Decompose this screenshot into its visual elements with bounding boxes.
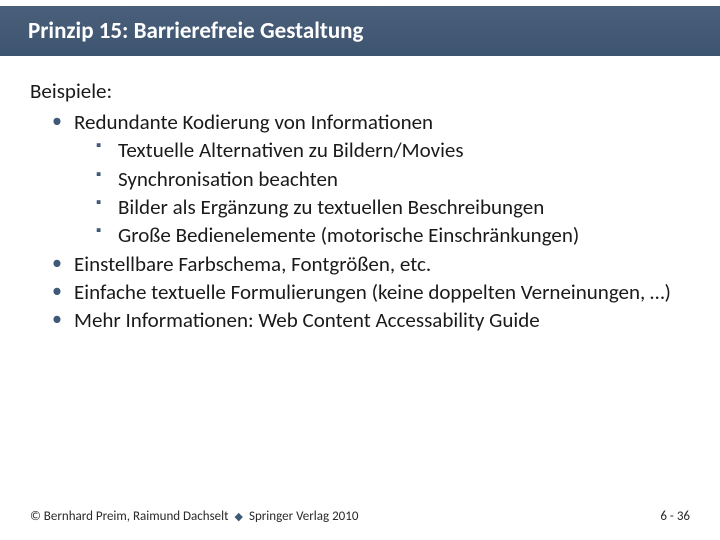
- footer-authors: © Bernhard Preim, Raimund Dachselt: [30, 509, 229, 524]
- sub-list-item: Bilder als Ergänzung zu textuellen Besch…: [96, 193, 690, 221]
- list-item: Einfache textuelle Formulierungen (keine…: [52, 278, 690, 306]
- list-item: Redundante Kodierung von Informationen T…: [52, 108, 690, 250]
- bullet-list: Redundante Kodierung von Informationen T…: [30, 108, 690, 335]
- list-item: Mehr Informationen: Web Content Accessab…: [52, 306, 690, 334]
- sub-list: Textuelle Alternativen zu Bildern/Movies…: [74, 136, 690, 249]
- sub-list-item: Synchronisation beachten: [96, 165, 690, 193]
- sub-list-item: Große Bedienelemente (motorische Einschr…: [96, 221, 690, 249]
- sub-list-item: Textuelle Alternativen zu Bildern/Movies: [96, 136, 690, 164]
- footer-left: © Bernhard Preim, Raimund Dachselt ◆ Spr…: [30, 509, 358, 524]
- slide-content: Beispiele: Redundante Kodierung von Info…: [0, 56, 720, 335]
- footer-page: 6 - 36: [660, 509, 690, 524]
- title-bar: Prinzip 15: Barrierefreie Gestaltung: [0, 0, 720, 56]
- footer: © Bernhard Preim, Raimund Dachselt ◆ Spr…: [0, 509, 720, 524]
- slide-title: Prinzip 15: Barrierefreie Gestaltung: [28, 17, 363, 45]
- intro-label: Beispiele:: [30, 78, 690, 104]
- list-item-text: Redundante Kodierung von Informationen: [74, 109, 433, 135]
- footer-publisher: Springer Verlag 2010: [249, 509, 358, 524]
- list-item: Einstellbare Farbschema, Fontgrößen, etc…: [52, 250, 690, 278]
- diamond-icon: ◆: [235, 510, 243, 523]
